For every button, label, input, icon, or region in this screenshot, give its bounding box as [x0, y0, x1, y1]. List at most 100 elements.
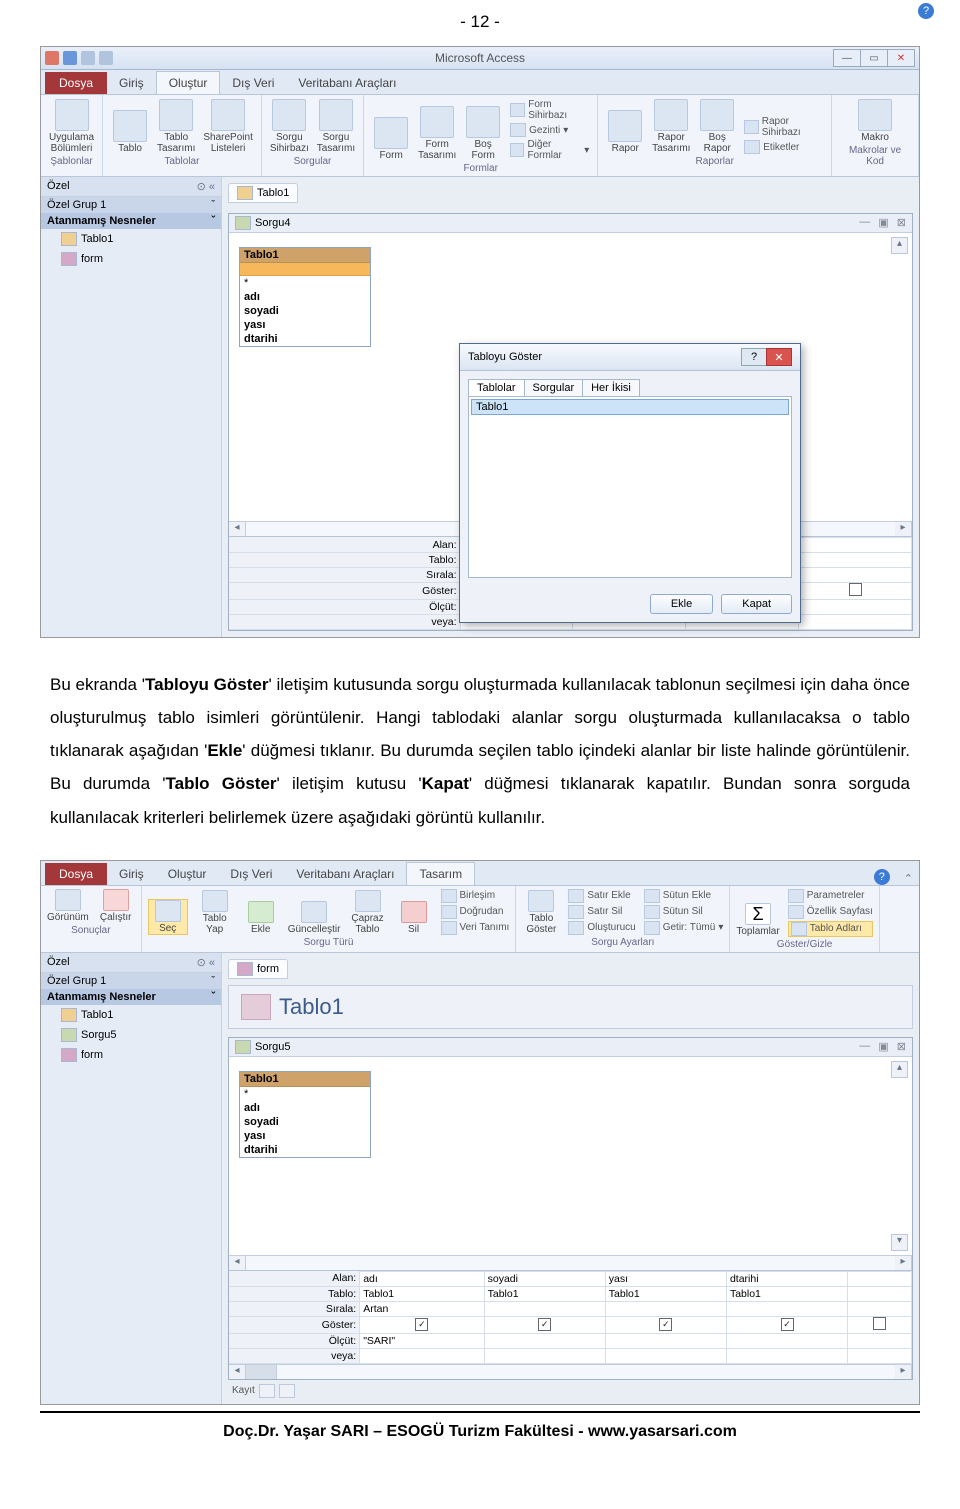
- field2-dtarihi[interactable]: dtarihi: [240, 1143, 370, 1157]
- btn-bos-rapor[interactable]: Boş Rapor: [698, 99, 736, 154]
- query-design-grid-2[interactable]: Alan: adı soyadi yası dtarihi Tablo: Tab…: [229, 1270, 912, 1379]
- source-table-box-2[interactable]: Tablo1 * adı soyadi yası dtarihi: [239, 1071, 371, 1158]
- dialog-close-icon[interactable]: ✕: [766, 348, 792, 366]
- btn-calistir[interactable]: Çalıştır: [97, 889, 135, 923]
- record-prev-icon[interactable]: [279, 1384, 295, 1398]
- dialog-tab-sorgular[interactable]: Sorgular: [524, 379, 584, 396]
- btn-sec[interactable]: Seç: [148, 899, 188, 935]
- btn-sil[interactable]: Sil: [395, 901, 433, 935]
- nav-item2-sorgu5[interactable]: Sorgu5: [41, 1025, 221, 1045]
- tab-olustur[interactable]: Oluştur: [156, 71, 221, 94]
- scroll-up-icon[interactable]: ▴: [891, 237, 908, 254]
- link-gezinti[interactable]: Gezinti ▾: [510, 123, 589, 137]
- tab2-veritabani-araclari[interactable]: Veritabanı Araçları: [284, 863, 406, 885]
- btn-tablo-goster[interactable]: Tablo Göster: [522, 890, 560, 935]
- btn-makro[interactable]: Makro: [856, 99, 894, 143]
- query-canvas[interactable]: ▴ Tablo1 * adı soyadi yası dtarihi Tablo…: [229, 233, 912, 521]
- subwin-header-2[interactable]: Sorgu5 — ▣ ⊠: [229, 1038, 912, 1057]
- field2-star[interactable]: *: [240, 1087, 370, 1101]
- tab-disveri[interactable]: Dış Veri: [220, 72, 286, 94]
- link-sutun-sil[interactable]: Sütun Sil: [644, 905, 724, 919]
- tab-veritabani-araclari[interactable]: Veritabanı Araçları: [286, 72, 408, 94]
- btn-sharepoint-listeleri[interactable]: SharePoint Listeleri: [203, 99, 252, 154]
- subwin2-min-icon[interactable]: —: [859, 1040, 870, 1053]
- link-satir-ekle[interactable]: Satır Ekle: [568, 889, 635, 903]
- record-navigator[interactable]: Kayıt: [228, 1380, 913, 1398]
- nav-item-tablo1[interactable]: Tablo1: [41, 229, 221, 249]
- tab-giris[interactable]: Giriş: [107, 72, 156, 94]
- doc-tab-tablo1[interactable]: Tablo1: [228, 183, 298, 203]
- link-form-sihirbazi[interactable]: Form Sihirbazı: [510, 99, 589, 121]
- field-adi[interactable]: adı: [240, 290, 370, 304]
- btn-bos-form[interactable]: Boş Form: [464, 106, 502, 161]
- scroll-down-icon-2[interactable]: ▾: [891, 1234, 908, 1251]
- source-table-box[interactable]: Tablo1 * adı soyadi yası dtarihi: [239, 247, 371, 347]
- dialog-list-item-tablo1[interactable]: Tablo1: [471, 399, 789, 415]
- link-satir-sil[interactable]: Satır Sil: [568, 905, 635, 919]
- record-first-icon[interactable]: [259, 1384, 275, 1398]
- dialog-add-button[interactable]: Ekle: [650, 594, 713, 614]
- link-parametreler[interactable]: Parametreler: [788, 889, 873, 903]
- field-dtarihi[interactable]: dtarihi: [240, 332, 370, 346]
- link-veri-tanimi[interactable]: Veri Tanımı: [441, 921, 510, 935]
- nav-group-1-2[interactable]: Özel Grup 1ˇ: [41, 973, 221, 989]
- link-tablo-adlari[interactable]: Tablo Adları: [788, 921, 873, 937]
- link-etiketler[interactable]: Etiketler: [744, 140, 823, 154]
- dialog-tab-herikisi[interactable]: Her İkisi: [582, 379, 640, 396]
- nav-group-1[interactable]: Özel Grup 1ˇ: [41, 197, 221, 213]
- nav-group-2-2[interactable]: Atanmamış Nesnelerˇ: [41, 989, 221, 1005]
- field2-yasi[interactable]: yası: [240, 1129, 370, 1143]
- link-olusturucu[interactable]: Oluşturucu: [568, 921, 635, 935]
- qgrid-hscroll[interactable]: ◂▸: [229, 1364, 912, 1379]
- link-dogrudan[interactable]: Doğrudan: [441, 905, 510, 919]
- file-tab-2[interactable]: Dosya: [45, 863, 107, 885]
- btn-rapor[interactable]: Rapor: [606, 110, 644, 154]
- subwin2-restore-icon[interactable]: ▣: [878, 1040, 888, 1053]
- tab2-olustur[interactable]: Oluştur: [156, 863, 219, 885]
- btn-toplamlar[interactable]: ΣToplamlar: [736, 903, 779, 937]
- link-rapor-sihirbazi[interactable]: Rapor Sihirbazı: [744, 116, 823, 138]
- subwin-header[interactable]: Sorgu4 — ▣ ⊠: [229, 214, 912, 233]
- dialog-table-list[interactable]: Tablo1: [468, 396, 792, 578]
- btn-tablo[interactable]: Tablo: [111, 110, 149, 154]
- doc-tab-form[interactable]: form: [228, 959, 288, 979]
- dialog-titlebar[interactable]: Tabloyu Göster ? ✕: [460, 344, 800, 371]
- link-diger-formlar[interactable]: Diğer Formlar ▾: [510, 139, 589, 161]
- nav-header-2[interactable]: Özel⊙ «: [41, 953, 221, 973]
- tab2-disveri[interactable]: Dış Veri: [218, 863, 284, 885]
- link-getir-tumu[interactable]: Getir: Tümü ▾: [644, 921, 724, 935]
- subwin-min-icon[interactable]: —: [859, 216, 870, 229]
- tab2-giris[interactable]: Giriş: [107, 863, 156, 885]
- canvas-hscroll-2[interactable]: ◂▸: [229, 1255, 912, 1270]
- link-ozellik-sayfasi[interactable]: Özellik Sayfası: [788, 905, 873, 919]
- btn-sorgu-tasarimi[interactable]: Sorgu Tasarımı: [317, 99, 355, 154]
- btn-rapor-tasarimi[interactable]: Rapor Tasarımı: [652, 99, 690, 154]
- nav-header[interactable]: Özel⊙ «: [41, 177, 221, 197]
- dialog-close-button[interactable]: Kapat: [721, 594, 792, 614]
- dialog-tab-tablolar[interactable]: Tablolar: [468, 379, 525, 396]
- tab2-tasarim[interactable]: Tasarım: [406, 862, 475, 885]
- help-icon[interactable]: ?: [918, 3, 934, 19]
- btn-form[interactable]: Form: [372, 117, 410, 161]
- btn-form-tasarimi[interactable]: Form Tasarımı: [418, 106, 456, 161]
- scroll-up-icon-2[interactable]: ▴: [891, 1061, 908, 1078]
- btn-tablo-tasarimi[interactable]: Tablo Tasarımı: [157, 99, 195, 154]
- field-yasi[interactable]: yası: [240, 318, 370, 332]
- btn-uygulama-bolumleri[interactable]: Uygulama Bölümleri: [49, 99, 94, 154]
- dialog-help-icon[interactable]: ?: [741, 348, 767, 366]
- field2-soyadi[interactable]: soyadi: [240, 1115, 370, 1129]
- link-sutun-ekle[interactable]: Sütun Ekle: [644, 889, 724, 903]
- ribbon-collapse-icon[interactable]: ⌃: [898, 872, 919, 885]
- btn-capraz-tablo[interactable]: Çapraz Tablo: [349, 890, 387, 935]
- field2-adi[interactable]: adı: [240, 1101, 370, 1115]
- subwin-restore-icon[interactable]: ▣: [878, 216, 888, 229]
- field-star[interactable]: *: [240, 276, 370, 290]
- field-soyadi[interactable]: soyadi: [240, 304, 370, 318]
- btn-gorunum[interactable]: Görünüm: [47, 889, 89, 923]
- nav-group-2[interactable]: Atanmamış Nesnelerˇ: [41, 213, 221, 229]
- subwin2-close-icon[interactable]: ⊠: [897, 1040, 906, 1053]
- btn-tablo-yap[interactable]: Tablo Yap: [196, 890, 234, 935]
- nav-item2-form[interactable]: form: [41, 1045, 221, 1065]
- btn-guncellestir[interactable]: Güncelleştir: [288, 901, 341, 935]
- link-birlesim[interactable]: Birleşim: [441, 889, 510, 903]
